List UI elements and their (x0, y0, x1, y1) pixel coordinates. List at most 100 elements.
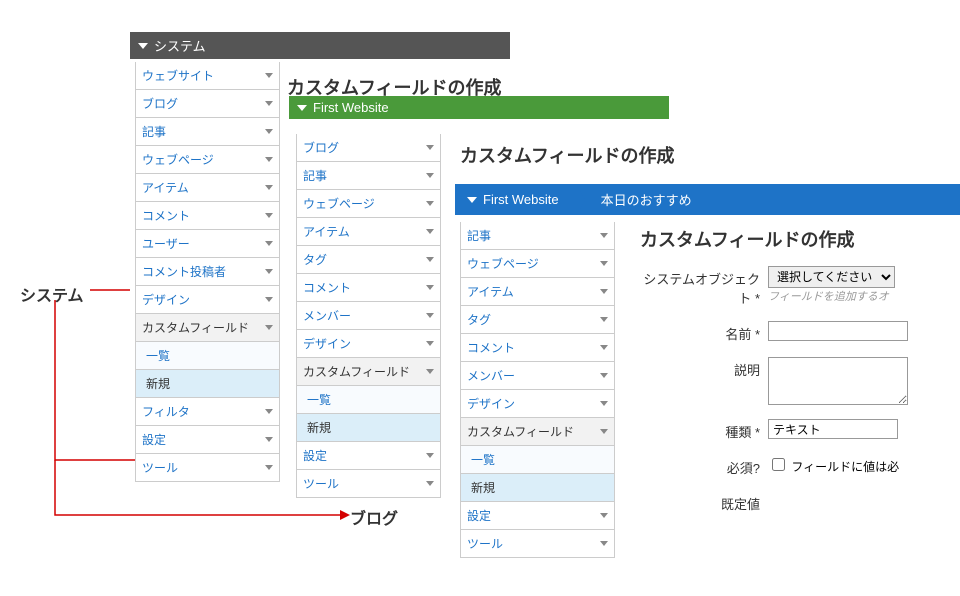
chevron-down-icon (265, 241, 273, 246)
label-required: 必須? (640, 455, 760, 477)
chevron-down-icon (600, 373, 608, 378)
chevron-down-icon (265, 73, 273, 78)
menu-item[interactable]: アイテム (461, 278, 615, 306)
chevron-down-icon (426, 229, 434, 234)
menu-item[interactable]: ウェブページ (461, 250, 615, 278)
panel1-menu: ウェブサイトブログ記事ウェブページアイテムコメントユーザーコメント投稿者デザイン… (135, 62, 280, 482)
page-title: カスタムフィールドの作成 (640, 218, 960, 260)
chevron-down-icon (600, 233, 608, 238)
menu-sub-item[interactable]: 一覧 (297, 386, 441, 414)
menu-item[interactable]: コメント投稿者 (136, 258, 280, 286)
menu-item[interactable]: ツール (461, 530, 615, 558)
menu-item[interactable]: ウェブページ (297, 190, 441, 218)
panel3-content: カスタムフィールドの作成 システムオブジェクト * 選択してください フィールド… (640, 218, 960, 527)
menu-sub-item[interactable]: 新規 (461, 474, 615, 502)
panel-blog: First Website 本日のおすすめ (455, 184, 960, 215)
menu-item[interactable]: コメント (461, 334, 615, 362)
menu-item[interactable]: メンバー (297, 302, 441, 330)
menu-item[interactable]: 設定 (297, 442, 441, 470)
chevron-down-icon (426, 341, 434, 346)
chevron-down-icon (265, 185, 273, 190)
menu-item[interactable]: コメント (297, 274, 441, 302)
menu-item[interactable]: タグ (297, 246, 441, 274)
label-name: 名前 * (640, 321, 760, 343)
menu-item[interactable]: ツール (297, 470, 441, 498)
chevron-down-icon (265, 465, 273, 470)
breadcrumb-site[interactable]: First Website (455, 186, 577, 213)
menu-item[interactable]: ブログ (297, 134, 441, 162)
triangle-down-icon (138, 43, 148, 49)
checkbox-required-label: フィールドに値は必 (791, 460, 899, 474)
header-website[interactable]: First Website (289, 96, 669, 119)
chevron-down-icon (600, 317, 608, 322)
menu-head-custom-field[interactable]: カスタムフィールド (297, 358, 441, 386)
menu-item[interactable]: 記事 (136, 118, 280, 146)
breadcrumb-site-label: First Website (483, 192, 559, 207)
menu-item[interactable]: デザイン (297, 330, 441, 358)
menu-item[interactable]: タグ (461, 306, 615, 334)
form-row-default: 既定値 (640, 491, 960, 513)
menu-item[interactable]: 記事 (461, 222, 615, 250)
menu-item[interactable]: フィルタ (136, 398, 280, 426)
chevron-down-icon (426, 369, 434, 374)
chevron-down-icon (426, 313, 434, 318)
menu-head-custom-field[interactable]: カスタムフィールド (136, 314, 280, 342)
checkbox-required[interactable] (772, 458, 785, 471)
page-title: カスタムフィールドの作成 (460, 134, 675, 176)
menu-item[interactable]: メンバー (461, 362, 615, 390)
chevron-down-icon (426, 173, 434, 178)
menu-item[interactable]: 設定 (136, 426, 280, 454)
menu-item[interactable]: コメント (136, 202, 280, 230)
menu-item[interactable]: ツール (136, 454, 280, 482)
input-name[interactable] (768, 321, 908, 341)
menu-sub-item[interactable]: 新規 (297, 414, 441, 442)
form-row-desc: 説明 (640, 357, 960, 405)
label-system-object: システムオブジェクト * (640, 266, 760, 307)
menu-item[interactable]: 設定 (461, 502, 615, 530)
menu-sub-item[interactable]: 一覧 (461, 446, 615, 474)
form-row-required: 必須? フィールドに値は必 (640, 455, 960, 477)
input-type[interactable] (768, 419, 898, 439)
chevron-down-icon (426, 201, 434, 206)
panel-system: システム (130, 32, 510, 59)
chevron-down-icon (600, 541, 608, 546)
menu-item[interactable]: デザイン (136, 286, 280, 314)
panel2-menu: ブログ記事ウェブページアイテムタグコメントメンバーデザインカスタムフィールド一覧… (296, 134, 441, 498)
breadcrumb-blog[interactable]: 本日のおすすめ (583, 184, 704, 215)
textarea-desc[interactable] (768, 357, 908, 405)
menu-item[interactable]: デザイン (461, 390, 615, 418)
select-system-object[interactable]: 選択してください (768, 266, 895, 288)
chevron-down-icon (265, 437, 273, 442)
menu-head-custom-field[interactable]: カスタムフィールド (461, 418, 615, 446)
menu-item[interactable]: 記事 (297, 162, 441, 190)
menu-item[interactable]: ウェブサイト (136, 62, 280, 90)
menu-item[interactable]: ブログ (136, 90, 280, 118)
header-label: First Website (313, 100, 389, 115)
menu-sub-item[interactable]: 新規 (136, 370, 280, 398)
chevron-down-icon (426, 285, 434, 290)
label-type: 種類 * (640, 419, 760, 441)
menu-item[interactable]: ユーザー (136, 230, 280, 258)
chevron-down-icon (265, 269, 273, 274)
menu-sub-item[interactable]: 一覧 (136, 342, 280, 370)
chevron-down-icon (426, 453, 434, 458)
menu-item[interactable]: アイテム (136, 174, 280, 202)
chevron-down-icon (600, 289, 608, 294)
chevron-down-icon (265, 213, 273, 218)
header-blog: First Website 本日のおすすめ (455, 184, 960, 215)
menu-item[interactable]: アイテム (297, 218, 441, 246)
label-default: 既定値 (640, 491, 760, 513)
chevron-down-icon (426, 257, 434, 262)
form-row-system-object: システムオブジェクト * 選択してください フィールドを追加するオ (640, 266, 960, 307)
menu-item[interactable]: ウェブページ (136, 146, 280, 174)
form-row-type: 種類 * (640, 419, 960, 441)
triangle-down-icon (297, 105, 307, 111)
hint-system-object: フィールドを追加するオ (768, 288, 895, 304)
chevron-down-icon (265, 157, 273, 162)
panel-website: First Website (289, 96, 669, 119)
panel2-title-area: カスタムフィールドの作成 (460, 134, 675, 176)
chevron-down-icon (426, 145, 434, 150)
arrow-head-icon (340, 510, 350, 520)
chevron-down-icon (265, 409, 273, 414)
header-system[interactable]: システム (130, 32, 510, 59)
